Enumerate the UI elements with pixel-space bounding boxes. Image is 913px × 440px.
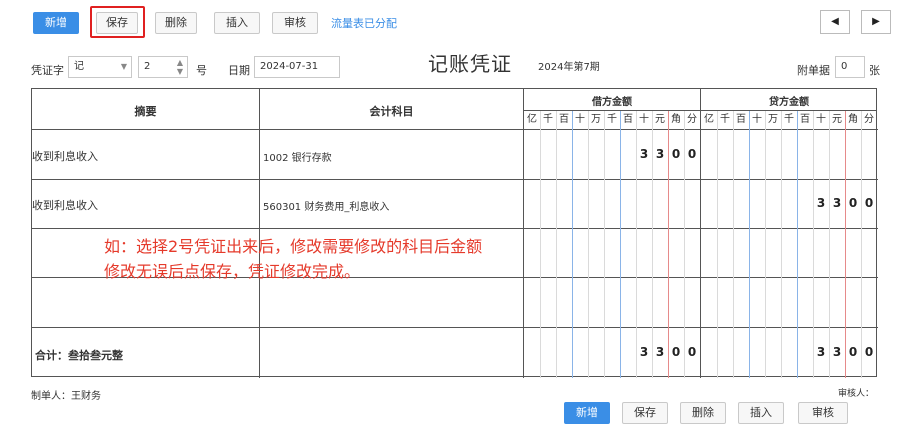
credit-header: 贷方金额	[769, 97, 809, 108]
credit-digit-separator	[861, 111, 862, 378]
credit-unit-label: 万	[768, 114, 778, 125]
debit-digit-separator	[604, 111, 605, 378]
credit-digit-separator	[781, 111, 782, 378]
annotation-line-2: 修改无误后点保存，凭证修改完成。	[104, 262, 361, 281]
credit-unit-label: 千	[784, 114, 794, 125]
credit-unit-label: 千	[720, 114, 730, 125]
credit-digit-separator	[813, 111, 814, 378]
chevron-down-icon: ▼	[120, 62, 127, 71]
footer-insert-button[interactable]: 插入	[738, 402, 784, 424]
debit-unit-label: 十	[639, 114, 649, 125]
next-voucher-button[interactable]: ▶	[861, 10, 891, 34]
debit-digit-separator	[556, 111, 557, 378]
credit-digit: 0	[848, 196, 858, 210]
total-debit-digit: 0	[687, 345, 697, 359]
debit-digit-separator	[540, 111, 541, 378]
voucher-number-stepper[interactable]: 2 ▲ ▼	[138, 56, 188, 78]
total-credit-digit: 3	[832, 345, 842, 359]
voucher-word-select[interactable]: 记 ▼	[68, 56, 132, 78]
credit-unit-label: 分	[864, 114, 874, 125]
credit-unit-label: 百	[736, 114, 746, 125]
debit-digit: 3	[639, 147, 649, 161]
debit-digit: 0	[671, 147, 681, 161]
debit-unit-label: 万	[591, 114, 601, 125]
debit-unit-label: 百	[623, 114, 633, 125]
triangle-left-icon: ◀	[831, 16, 839, 27]
credit-digit-separator	[845, 111, 846, 378]
debit-unit-label: 千	[607, 114, 617, 125]
debit-unit-label: 角	[671, 114, 681, 125]
total-label: 合计：叁拾叁元整	[35, 349, 123, 362]
reviewer-label: 审核人：	[838, 389, 875, 399]
debit-digit: 0	[687, 147, 697, 161]
date-label: 日期	[228, 64, 250, 77]
delete-button[interactable]: 删除	[155, 12, 197, 34]
credit-digit-separator	[717, 111, 718, 378]
insert-button[interactable]: 插入	[214, 12, 260, 34]
debit-unit-label: 百	[559, 114, 569, 125]
page-title: 记账凭证	[428, 52, 512, 76]
row2-summary[interactable]: 收到利息收入	[32, 197, 98, 213]
credit-digit: 0	[864, 196, 874, 210]
total-debit-digit: 3	[655, 345, 665, 359]
cashflow-link[interactable]: 流量表已分配	[331, 15, 397, 31]
total-credit-digit: 0	[864, 345, 874, 359]
triangle-right-icon: ▶	[872, 16, 880, 27]
credit-digit: 3	[816, 196, 826, 210]
credit-digit-separator	[765, 111, 766, 378]
maker-label: 制单人：王财务	[31, 391, 101, 402]
footer-delete-button[interactable]: 删除	[680, 402, 726, 424]
credit-unit-label: 元	[832, 114, 842, 125]
credit-unit-label: 角	[848, 114, 858, 125]
attachment-label: 附单据	[797, 64, 830, 77]
debit-digit-separator	[588, 111, 589, 378]
voucher-number-value: 2	[144, 61, 151, 72]
debit-unit-label: 元	[655, 114, 665, 125]
debit-header: 借方金额	[592, 97, 632, 108]
debit-unit-label: 十	[575, 114, 585, 125]
date-value: 2024-07-31	[260, 61, 319, 72]
debit-digit: 3	[655, 147, 665, 161]
total-debit-digit: 3	[639, 345, 649, 359]
footer-new-button[interactable]: 新增	[564, 402, 610, 424]
voucher-word-label: 凭证字	[31, 64, 64, 77]
number-suffix: 号	[196, 64, 207, 77]
row1-summary[interactable]: 收到利息收入	[32, 148, 98, 164]
total-credit-digit: 0	[848, 345, 858, 359]
debit-digit-separator	[620, 111, 621, 378]
credit-unit-label: 十	[752, 114, 762, 125]
new-button[interactable]: 新增	[33, 12, 79, 34]
debit-unit-label: 千	[543, 114, 553, 125]
credit-digit-separator	[797, 111, 798, 378]
debit-unit-label: 亿	[527, 114, 537, 125]
total-credit-digit: 3	[816, 345, 826, 359]
date-input[interactable]: 2024-07-31	[254, 56, 340, 78]
voucher-word-value: 记	[74, 61, 84, 72]
credit-unit-label: 亿	[704, 114, 714, 125]
account-header: 会计科目	[369, 105, 414, 118]
summary-header: 摘要	[134, 105, 157, 118]
review-button[interactable]: 审核	[272, 12, 318, 34]
credit-digit-separator	[749, 111, 750, 378]
credit-digit-separator	[829, 111, 830, 378]
debit-unit-label: 分	[687, 114, 697, 125]
attachment-unit: 张	[869, 64, 880, 77]
footer-review-button[interactable]: 审核	[798, 402, 848, 424]
credit-unit-label: 十	[816, 114, 826, 125]
credit-unit-label: 百	[800, 114, 810, 125]
annotation-line-1: 如：选择2号凭证出来后，修改需要修改的科目后金额	[104, 237, 483, 256]
credit-digit: 3	[832, 196, 842, 210]
footer-save-button[interactable]: 保存	[622, 402, 668, 424]
period-label: 2024年第7期	[538, 62, 600, 73]
prev-voucher-button[interactable]: ◀	[820, 10, 850, 34]
total-debit-digit: 0	[671, 345, 681, 359]
attachment-input[interactable]: 0	[835, 56, 865, 78]
row2-account[interactable]: 560301 财务费用_利息收入	[263, 198, 389, 213]
attachment-value: 0	[841, 61, 848, 72]
row1-account[interactable]: 1002 银行存款	[263, 149, 332, 164]
stepper-arrows-icon[interactable]: ▲ ▼	[177, 58, 183, 76]
save-button[interactable]: 保存	[96, 12, 138, 34]
debit-digit-separator	[572, 111, 573, 378]
credit-digit-separator	[733, 111, 734, 378]
